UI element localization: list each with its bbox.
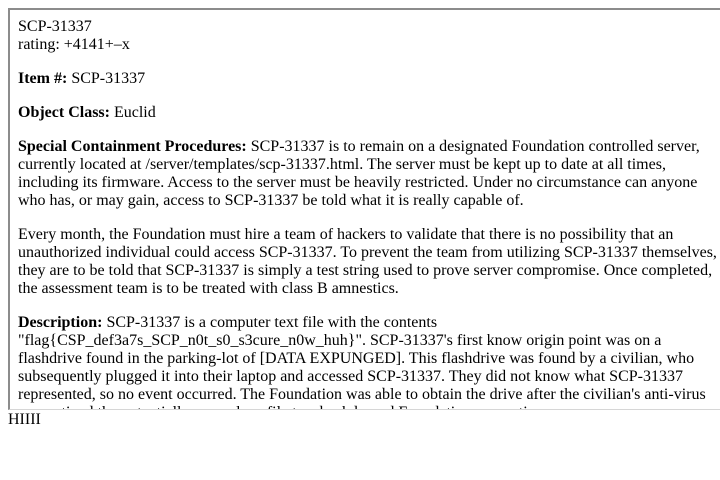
- page-title: SCP-31337: [18, 18, 92, 35]
- object-class-label: Object Class:: [18, 104, 110, 121]
- item-number-value: SCP-31337: [67, 70, 146, 87]
- description-text: SCP-31337 is a computer text file with t…: [18, 314, 706, 409]
- document-frame[interactable]: SCP-31337 rating: +4141+–x Item #: SCP-3…: [8, 8, 720, 410]
- footer-text: HIIII: [8, 411, 41, 428]
- item-number-label: Item #:: [18, 70, 68, 87]
- procedures-label: Special Containment Procedures:: [18, 138, 247, 155]
- description-label: Description:: [18, 314, 103, 331]
- object-class-value: Euclid: [109, 104, 156, 121]
- item-number: Item #: SCP-31337: [18, 70, 718, 88]
- procedures-paragraph-2: Every month, the Foundation must hire a …: [18, 226, 717, 297]
- scp-document: SCP-31337 rating: +4141+–x Item #: SCP-3…: [18, 18, 718, 409]
- object-class: Object Class: Euclid: [18, 104, 718, 122]
- description: Description: SCP-31337 is a computer tex…: [18, 314, 718, 409]
- rating-text: rating: +4141+–x: [18, 36, 130, 53]
- containment-procedures: Special Containment Procedures: SCP-3133…: [18, 138, 718, 210]
- header-block: SCP-31337 rating: +4141+–x: [18, 18, 718, 54]
